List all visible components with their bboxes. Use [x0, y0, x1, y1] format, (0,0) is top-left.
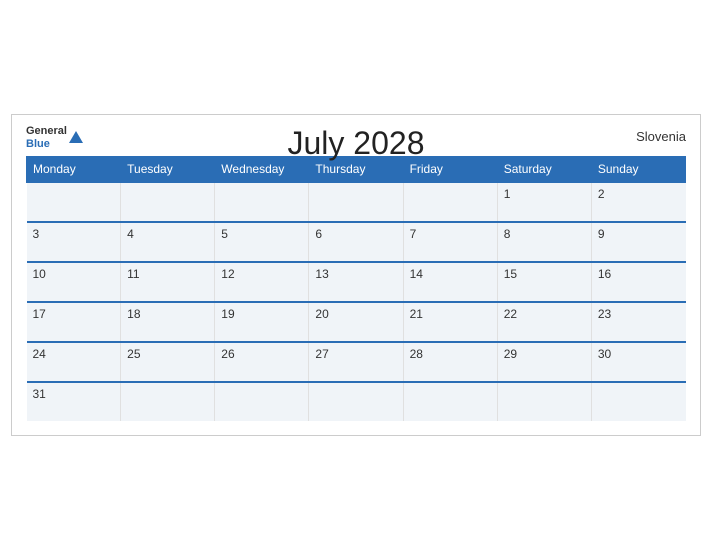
calendar-container: General Blue July 2028 Slovenia Monday T…	[11, 114, 701, 435]
day-number: 2	[598, 187, 605, 201]
col-saturday: Saturday	[497, 156, 591, 182]
col-sunday: Sunday	[591, 156, 685, 182]
country-label: Slovenia	[636, 129, 686, 144]
calendar-cell	[403, 182, 497, 222]
day-number: 8	[504, 227, 511, 241]
calendar-cell	[121, 382, 215, 421]
calendar-cell: 9	[591, 222, 685, 262]
calendar-cell: 27	[309, 342, 403, 382]
calendar-week-row: 24 25 26 27 28 29 30	[27, 342, 686, 382]
calendar-cell	[497, 382, 591, 421]
day-number: 22	[504, 307, 517, 321]
calendar-cell	[309, 182, 403, 222]
calendar-cell: 5	[215, 222, 309, 262]
calendar-cell	[591, 382, 685, 421]
calendar-cell: 2	[591, 182, 685, 222]
calendar-cell: 21	[403, 302, 497, 342]
calendar-cell	[309, 382, 403, 421]
calendar-body: 1234567891011121314151617181920212223242…	[27, 182, 686, 421]
day-number: 7	[410, 227, 417, 241]
calendar-cell: 16	[591, 262, 685, 302]
calendar-week-row: 12	[27, 182, 686, 222]
day-number: 21	[410, 307, 423, 321]
calendar-cell: 22	[497, 302, 591, 342]
calendar-week-row: 31	[27, 382, 686, 421]
day-number: 1	[504, 187, 511, 201]
calendar-cell: 7	[403, 222, 497, 262]
calendar-week-row: 17 18 19 20 21 22 23	[27, 302, 686, 342]
day-number: 24	[33, 347, 46, 361]
calendar-cell: 23	[591, 302, 685, 342]
calendar-title: July 2028	[288, 125, 425, 162]
day-number: 26	[221, 347, 234, 361]
day-number: 15	[504, 267, 517, 281]
logo-general-text: General	[26, 125, 67, 137]
calendar-cell: 10	[27, 262, 121, 302]
day-number: 29	[504, 347, 517, 361]
logo-blue-text: Blue	[26, 138, 67, 150]
calendar-cell: 25	[121, 342, 215, 382]
calendar-cell: 4	[121, 222, 215, 262]
logo: General Blue	[26, 125, 85, 149]
calendar-grid: Monday Tuesday Wednesday Thursday Friday…	[26, 156, 686, 421]
calendar-cell: 31	[27, 382, 121, 421]
day-number: 27	[315, 347, 328, 361]
day-number: 14	[410, 267, 423, 281]
calendar-cell	[403, 382, 497, 421]
calendar-cell: 18	[121, 302, 215, 342]
day-number: 4	[127, 227, 134, 241]
calendar-cell: 29	[497, 342, 591, 382]
calendar-header: General Blue July 2028 Slovenia	[26, 125, 686, 149]
calendar-cell: 30	[591, 342, 685, 382]
calendar-cell: 8	[497, 222, 591, 262]
calendar-cell: 17	[27, 302, 121, 342]
calendar-cell: 3	[27, 222, 121, 262]
day-number: 25	[127, 347, 140, 361]
calendar-cell: 20	[309, 302, 403, 342]
day-number: 23	[598, 307, 611, 321]
day-number: 28	[410, 347, 423, 361]
calendar-cell: 28	[403, 342, 497, 382]
day-number: 12	[221, 267, 234, 281]
calendar-cell	[27, 182, 121, 222]
day-number: 6	[315, 227, 322, 241]
day-number: 13	[315, 267, 328, 281]
day-number: 17	[33, 307, 46, 321]
calendar-cell: 26	[215, 342, 309, 382]
calendar-cell: 1	[497, 182, 591, 222]
day-number: 20	[315, 307, 328, 321]
day-number: 31	[33, 387, 46, 401]
calendar-week-row: 3 4 5 6 7 8 9	[27, 222, 686, 262]
calendar-cell: 15	[497, 262, 591, 302]
logo-triangle-icon	[69, 131, 83, 143]
col-tuesday: Tuesday	[121, 156, 215, 182]
calendar-cell: 12	[215, 262, 309, 302]
calendar-cell: 24	[27, 342, 121, 382]
day-number: 18	[127, 307, 140, 321]
day-number: 3	[33, 227, 40, 241]
calendar-cell: 19	[215, 302, 309, 342]
day-number: 11	[127, 267, 139, 281]
calendar-cell	[215, 182, 309, 222]
day-number: 10	[33, 267, 46, 281]
day-number: 16	[598, 267, 611, 281]
calendar-cell	[215, 382, 309, 421]
calendar-cell: 14	[403, 262, 497, 302]
calendar-cell	[121, 182, 215, 222]
day-number: 19	[221, 307, 234, 321]
day-number: 30	[598, 347, 611, 361]
day-number: 9	[598, 227, 605, 241]
calendar-week-row: 10 11 12 13 14 15 16	[27, 262, 686, 302]
col-monday: Monday	[27, 156, 121, 182]
calendar-cell: 6	[309, 222, 403, 262]
calendar-cell: 11	[121, 262, 215, 302]
calendar-cell: 13	[309, 262, 403, 302]
day-number: 5	[221, 227, 228, 241]
